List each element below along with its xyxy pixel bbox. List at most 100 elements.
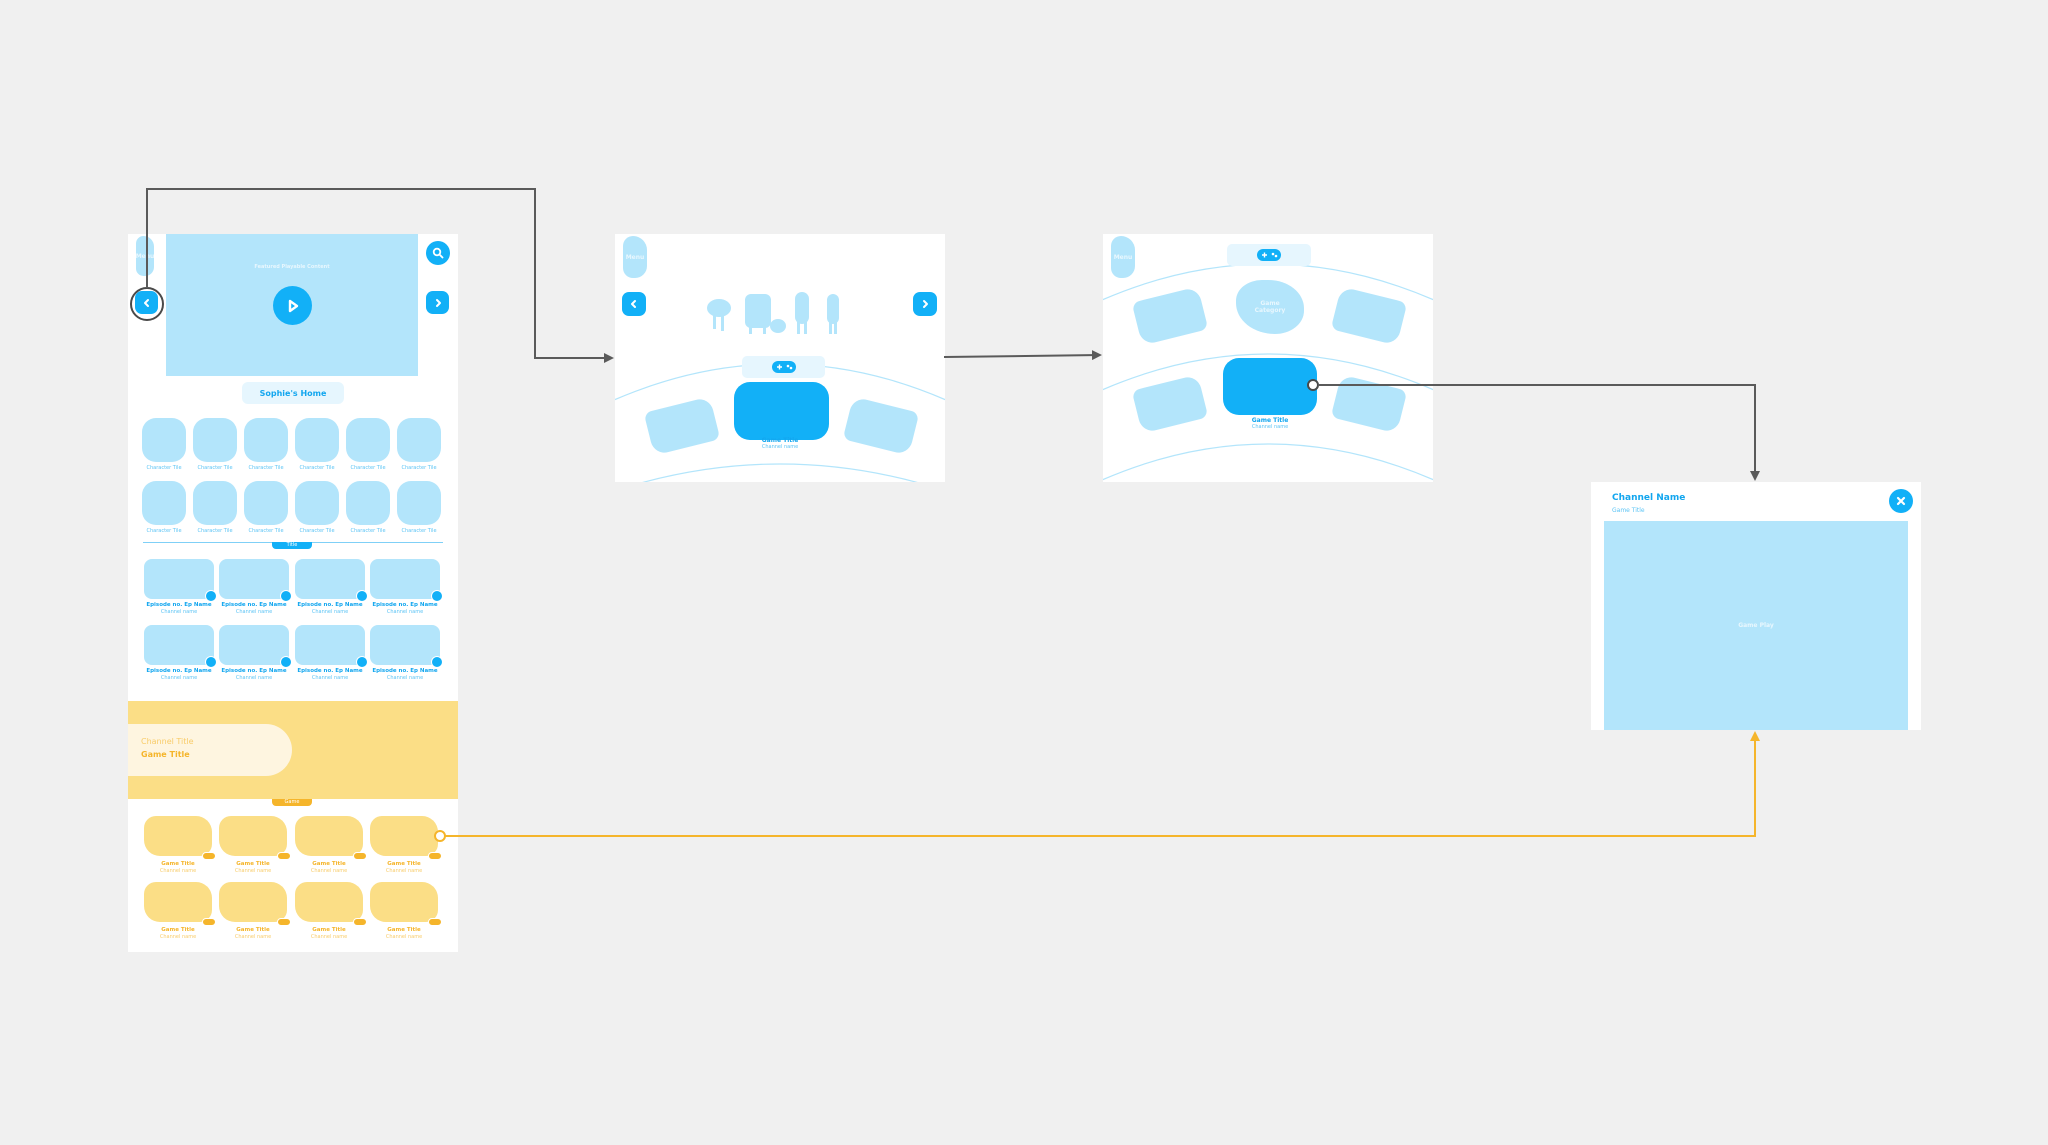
game-card[interactable] bbox=[295, 816, 367, 860]
character-tile-label: Character Tile bbox=[299, 465, 335, 471]
game-tile[interactable] bbox=[1330, 374, 1408, 434]
game-tile-selected[interactable] bbox=[1223, 358, 1317, 415]
character-tile[interactable] bbox=[244, 418, 288, 462]
prev-button[interactable] bbox=[622, 292, 646, 316]
game-channel: Channel name bbox=[159, 868, 197, 874]
play-icon[interactable] bbox=[205, 590, 217, 602]
menu-button[interactable]: Menu bbox=[136, 236, 154, 276]
character-tile[interactable] bbox=[397, 418, 441, 462]
game-title: Game Title bbox=[312, 861, 346, 867]
gamepad-icon bbox=[202, 852, 216, 860]
game-play-area[interactable]: Game Play bbox=[1604, 521, 1908, 730]
character-tile[interactable] bbox=[346, 418, 390, 462]
game-tile-left[interactable] bbox=[643, 396, 721, 456]
games-category-tab[interactable] bbox=[742, 356, 825, 378]
game-card[interactable] bbox=[295, 882, 367, 926]
menu-label: Menu bbox=[135, 252, 155, 260]
character-tile-label: Character Tile bbox=[299, 528, 335, 534]
episodes-tab-label: Title bbox=[286, 542, 298, 548]
character-tile-label: Character Tile bbox=[401, 465, 437, 471]
game-channel: Channel name bbox=[385, 934, 423, 940]
banner-game-title: Game Title bbox=[141, 750, 190, 759]
play-icon[interactable] bbox=[431, 656, 443, 668]
menu-label: Menu bbox=[1113, 253, 1133, 261]
game-banner[interactable]: Channel Title Game Title bbox=[128, 701, 458, 799]
episodes-section-tab[interactable]: Title bbox=[272, 542, 312, 549]
game-card[interactable] bbox=[370, 816, 442, 860]
game-title: Game Title bbox=[161, 927, 195, 933]
games-category-tab[interactable] bbox=[1227, 244, 1311, 266]
character-silhouettes bbox=[707, 292, 839, 334]
character-tile[interactable] bbox=[142, 418, 186, 462]
play-icon[interactable] bbox=[356, 656, 368, 668]
game-card[interactable] bbox=[219, 882, 291, 926]
game-tile[interactable] bbox=[1330, 286, 1408, 346]
close-button[interactable] bbox=[1889, 489, 1913, 513]
featured-game-channel: Channel name bbox=[761, 444, 799, 450]
play-button[interactable] bbox=[273, 286, 312, 325]
gamepad-icon bbox=[277, 918, 291, 926]
character-tile[interactable] bbox=[244, 481, 288, 525]
gamepad-icon bbox=[428, 918, 442, 926]
episode-channel: Channel name bbox=[311, 609, 349, 615]
episode-card[interactable] bbox=[370, 559, 443, 602]
search-button[interactable] bbox=[426, 241, 450, 265]
character-tile[interactable] bbox=[295, 418, 339, 462]
episode-card[interactable] bbox=[219, 625, 292, 668]
game-card[interactable] bbox=[144, 882, 216, 926]
character-silhouette bbox=[770, 319, 786, 333]
game-tile[interactable] bbox=[1131, 286, 1209, 346]
home-screen: Menu Featured Playable Content Sophie's … bbox=[128, 234, 458, 952]
episode-card[interactable] bbox=[295, 625, 368, 668]
menu-button[interactable]: Menu bbox=[1111, 236, 1135, 278]
games-section-tab[interactable]: Game bbox=[272, 799, 312, 806]
next-button[interactable] bbox=[426, 291, 449, 314]
gamepad-icon bbox=[1257, 249, 1281, 261]
next-button[interactable] bbox=[913, 292, 937, 316]
character-tile-label: Character Tile bbox=[248, 528, 284, 534]
character-tile-label: Character Tile bbox=[197, 528, 233, 534]
play-icon[interactable] bbox=[431, 590, 443, 602]
episode-card[interactable] bbox=[144, 625, 217, 668]
menu-button[interactable]: Menu bbox=[623, 236, 647, 278]
prev-button[interactable] bbox=[135, 291, 158, 314]
game-tile[interactable] bbox=[1131, 374, 1209, 434]
game-channel: Channel name bbox=[310, 934, 348, 940]
character-tile[interactable] bbox=[193, 481, 237, 525]
play-icon[interactable] bbox=[280, 656, 292, 668]
game-tile-featured[interactable] bbox=[734, 382, 829, 440]
play-icon[interactable] bbox=[205, 656, 217, 668]
character-tile[interactable] bbox=[397, 481, 441, 525]
character-screen: Menu Game Title Channel name bbox=[615, 234, 945, 482]
character-silhouette bbox=[795, 292, 809, 324]
episode-channel: Channel name bbox=[160, 675, 198, 681]
character-silhouette bbox=[745, 294, 771, 328]
home-title-pill: Sophie's Home bbox=[242, 382, 344, 404]
chevron-right-icon bbox=[435, 298, 441, 307]
character-tile[interactable] bbox=[346, 481, 390, 525]
character-tile-label: Character Tile bbox=[197, 465, 233, 471]
featured-content-area[interactable]: Featured Playable Content bbox=[166, 234, 418, 376]
game-card[interactable] bbox=[144, 816, 216, 860]
game-channel: Channel name bbox=[385, 868, 423, 874]
game-card[interactable] bbox=[219, 816, 291, 860]
play-icon[interactable] bbox=[280, 590, 292, 602]
character-tile[interactable] bbox=[295, 481, 339, 525]
episode-card[interactable] bbox=[219, 559, 292, 602]
episode-card[interactable] bbox=[370, 625, 443, 668]
character-tile[interactable] bbox=[142, 481, 186, 525]
menu-label: Menu bbox=[625, 253, 645, 261]
chevron-left-icon bbox=[143, 298, 149, 307]
game-card[interactable] bbox=[370, 882, 442, 926]
connector-character-to-games bbox=[943, 350, 1102, 361]
game-category-splash[interactable]: Game Category bbox=[1236, 280, 1304, 334]
character-tile[interactable] bbox=[193, 418, 237, 462]
play-icon[interactable] bbox=[356, 590, 368, 602]
episode-card[interactable] bbox=[295, 559, 368, 602]
character-silhouette bbox=[827, 294, 839, 324]
episode-card[interactable] bbox=[144, 559, 217, 602]
game-tile-right[interactable] bbox=[842, 396, 920, 456]
game-modal: Channel Name Game Title Game Play bbox=[1591, 482, 1921, 730]
game-play-label: Game Play bbox=[1738, 622, 1774, 629]
game-title: Game Title bbox=[312, 927, 346, 933]
